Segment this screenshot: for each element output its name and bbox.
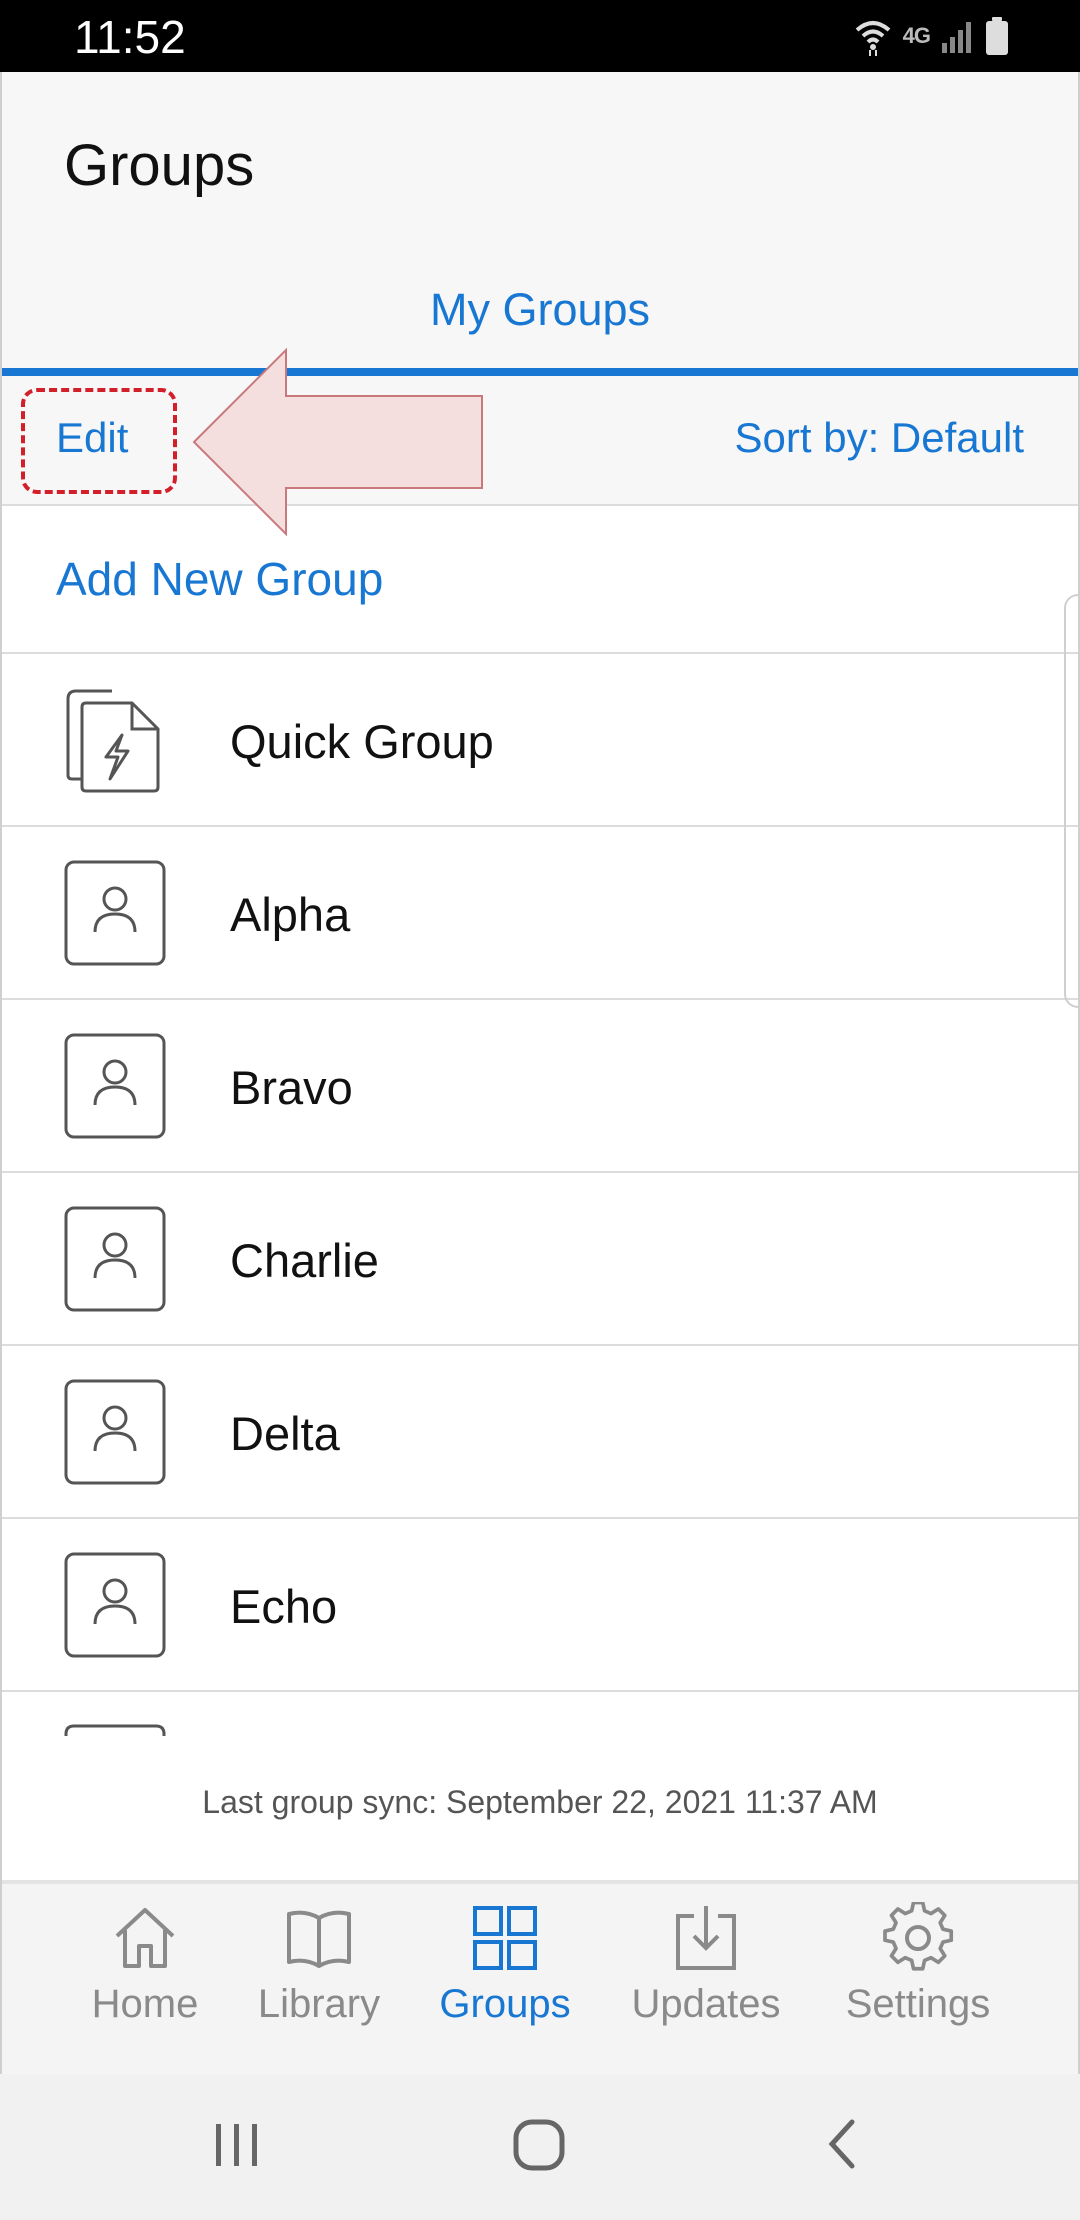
network-type: 4G	[902, 23, 931, 48]
list-item[interactable]: Quick Group	[2, 654, 1078, 827]
battery-icon	[986, 17, 1008, 55]
person-icon	[64, 1033, 166, 1139]
nav-updates[interactable]: Updates	[616, 1902, 796, 2062]
recent-apps-icon[interactable]	[212, 2114, 262, 2174]
person-icon	[64, 1379, 166, 1485]
download-icon	[676, 1906, 736, 1970]
header: Groups	[2, 72, 1078, 258]
app-window: Groups My Groups Edit Sort by: Default A…	[0, 72, 1080, 2074]
bottom-nav: Home Library Groups Updates Settings	[2, 1880, 1078, 2074]
nav-label: Groups	[439, 1982, 571, 2026]
signal-icon	[942, 22, 971, 53]
last-sync-text: Last group sync: September 22, 2021 11:3…	[202, 1784, 878, 1820]
home-icon	[115, 1908, 175, 1968]
list-item[interactable]: Delta	[2, 1346, 1078, 1519]
tab-my-groups[interactable]: My Groups	[2, 284, 1078, 336]
person-icon	[64, 1724, 166, 1736]
list-item[interactable]: Charlie	[2, 1173, 1078, 1346]
status-time: 11:52	[74, 11, 186, 63]
nav-library[interactable]: Library	[229, 1902, 409, 2062]
person-icon	[64, 1206, 166, 1312]
tab-bar: My Groups	[2, 258, 1078, 376]
nav-groups[interactable]: Groups	[415, 1902, 595, 2062]
group-list: Add New Group Quick Group Alpha Bravo Ch…	[2, 506, 1078, 1736]
system-nav-bar	[0, 2074, 1080, 2220]
list-item-partial	[2, 1692, 1078, 1736]
list-scrollbar[interactable]	[1064, 594, 1078, 1008]
status-icons: 4G	[853, 12, 1010, 60]
wifi-icon	[855, 21, 890, 56]
list-item-label: Charlie	[230, 1234, 379, 1287]
list-item[interactable]: Echo	[2, 1519, 1078, 1692]
toolbar: Edit Sort by: Default	[2, 348, 1078, 536]
nav-label: Library	[257, 1982, 381, 2026]
nav-label: Settings	[845, 1982, 991, 2026]
nav-label: Home	[91, 1982, 199, 2026]
list-item-label: Alpha	[230, 888, 351, 941]
person-icon	[64, 860, 166, 966]
status-bar: 11:52 4G	[0, 0, 1080, 72]
tab-active-indicator	[2, 368, 1078, 376]
list-item[interactable]: Alpha	[2, 827, 1078, 1000]
list-item-label: Delta	[230, 1407, 340, 1460]
edit-button[interactable]: Edit	[56, 414, 128, 462]
grid-icon	[473, 1906, 537, 1970]
list-item[interactable]: Bravo	[2, 1000, 1078, 1173]
home-button-icon[interactable]	[512, 2114, 568, 2174]
nav-home[interactable]: Home	[55, 1902, 235, 2062]
gear-icon	[883, 1902, 954, 1971]
quick-group-icon	[66, 689, 160, 793]
list-item-label: Echo	[230, 1580, 338, 1633]
page-title: Groups	[64, 133, 255, 198]
nav-settings[interactable]: Settings	[828, 1902, 1008, 2062]
add-new-group-row[interactable]: Add New Group	[2, 506, 1078, 654]
sort-button[interactable]: Sort by: Default	[735, 414, 1024, 462]
list-item-label: Bravo	[230, 1061, 353, 1114]
nav-label: Updates	[631, 1982, 781, 2026]
back-icon[interactable]	[822, 2114, 862, 2174]
list-item-label: Quick Group	[230, 715, 494, 768]
book-icon	[287, 1910, 351, 1968]
add-new-group-label: Add New Group	[56, 553, 384, 605]
person-icon	[64, 1552, 166, 1658]
